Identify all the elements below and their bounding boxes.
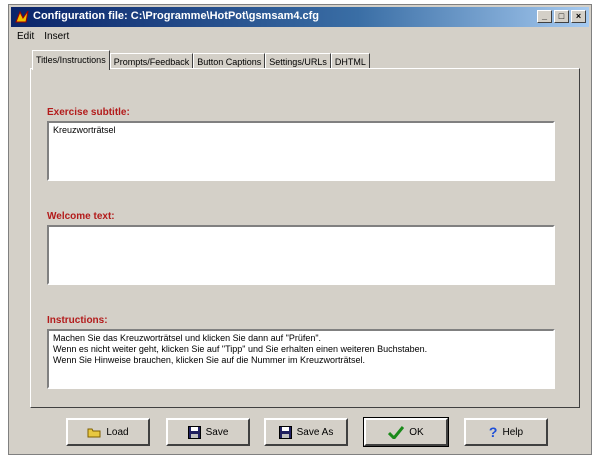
- save-button[interactable]: Save: [166, 418, 250, 446]
- load-button[interactable]: Load: [66, 418, 150, 446]
- hotpotatoes-app-icon: [15, 10, 29, 23]
- save-as-button[interactable]: Save As: [264, 418, 348, 446]
- save-as-label: Save As: [296, 426, 334, 438]
- menu-insert[interactable]: Insert: [44, 29, 69, 45]
- close-button[interactable]: ×: [571, 10, 586, 23]
- tab-strip: Titles/Instructions Prompts/Feedback But…: [32, 50, 370, 70]
- load-label: Load: [106, 426, 129, 438]
- button-bar: Load Save Save As OK ? Help: [0, 410, 600, 450]
- title-bar[interactable]: Configuration file: C:\Programme\HotPot\…: [11, 7, 589, 27]
- subtitle-field[interactable]: Kreuzworträtsel: [47, 121, 555, 181]
- save-label: Save: [205, 426, 229, 438]
- tab-titles-instructions[interactable]: Titles/Instructions: [32, 50, 110, 70]
- floppy-disk-icon: [278, 425, 292, 439]
- ok-label: OK: [409, 426, 424, 438]
- help-button[interactable]: ? Help: [464, 418, 548, 446]
- minimize-button[interactable]: _: [537, 10, 552, 23]
- window-title: Configuration file: C:\Programme\HotPot\…: [33, 10, 320, 22]
- subtitle-label: Exercise subtitle:: [47, 107, 130, 118]
- floppy-disk-icon: [187, 425, 201, 439]
- welcome-label: Welcome text:: [47, 211, 115, 222]
- titles-instructions-panel: Exercise subtitle: Kreuzworträtsel Welco…: [30, 68, 580, 408]
- checkmark-icon: [388, 425, 405, 439]
- instructions-field[interactable]: Machen Sie das Kreuzworträtsel und klick…: [47, 329, 555, 389]
- question-mark-icon: ?: [488, 424, 498, 440]
- help-label: Help: [502, 426, 524, 438]
- menu-edit[interactable]: Edit: [17, 29, 34, 45]
- welcome-field[interactable]: [47, 225, 555, 285]
- menu-bar: Edit Insert: [11, 29, 589, 45]
- maximize-button[interactable]: □: [554, 10, 569, 23]
- ok-button[interactable]: OK: [363, 417, 449, 447]
- instructions-label: Instructions:: [47, 315, 108, 326]
- load-icon: [87, 428, 101, 438]
